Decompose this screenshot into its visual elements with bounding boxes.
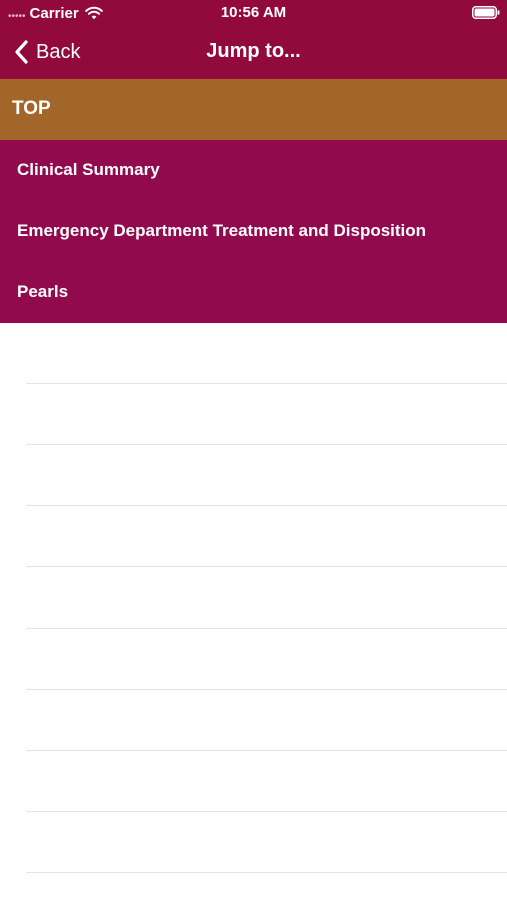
status-bar: ••••• Carrier 10:56 AM [0, 0, 507, 26]
jump-item-clinical-summary[interactable]: Clinical Summary [0, 140, 507, 201]
row-separator [26, 444, 507, 445]
row-separator [26, 872, 507, 873]
page-title: Jump to... [206, 40, 301, 62]
section-list: Clinical Summary Emergency Department Tr… [0, 140, 507, 323]
jump-item-label: Emergency Department Treatment and Dispo… [17, 221, 427, 240]
row-separator [26, 383, 507, 384]
jump-item-label: TOP [12, 98, 51, 119]
jump-item-label: Pearls [17, 282, 69, 301]
row-separator [26, 811, 507, 812]
battery-icon [472, 6, 500, 19]
status-time: 10:56 AM [220, 4, 287, 21]
navigation-bar: Back Jump to... [0, 26, 507, 79]
empty-table-area [0, 323, 507, 900]
jump-item-ed-treatment-disposition[interactable]: Emergency Department Treatment and Dispo… [0, 201, 507, 262]
jump-item-label: Clinical Summary [17, 160, 160, 179]
row-separator [26, 750, 507, 751]
jump-item-pearls[interactable]: Pearls [0, 262, 507, 323]
row-separator [26, 689, 507, 690]
row-separator [26, 505, 507, 506]
row-separator [26, 628, 507, 629]
jump-item-top[interactable]: TOP [0, 79, 507, 140]
row-separator [26, 566, 507, 567]
